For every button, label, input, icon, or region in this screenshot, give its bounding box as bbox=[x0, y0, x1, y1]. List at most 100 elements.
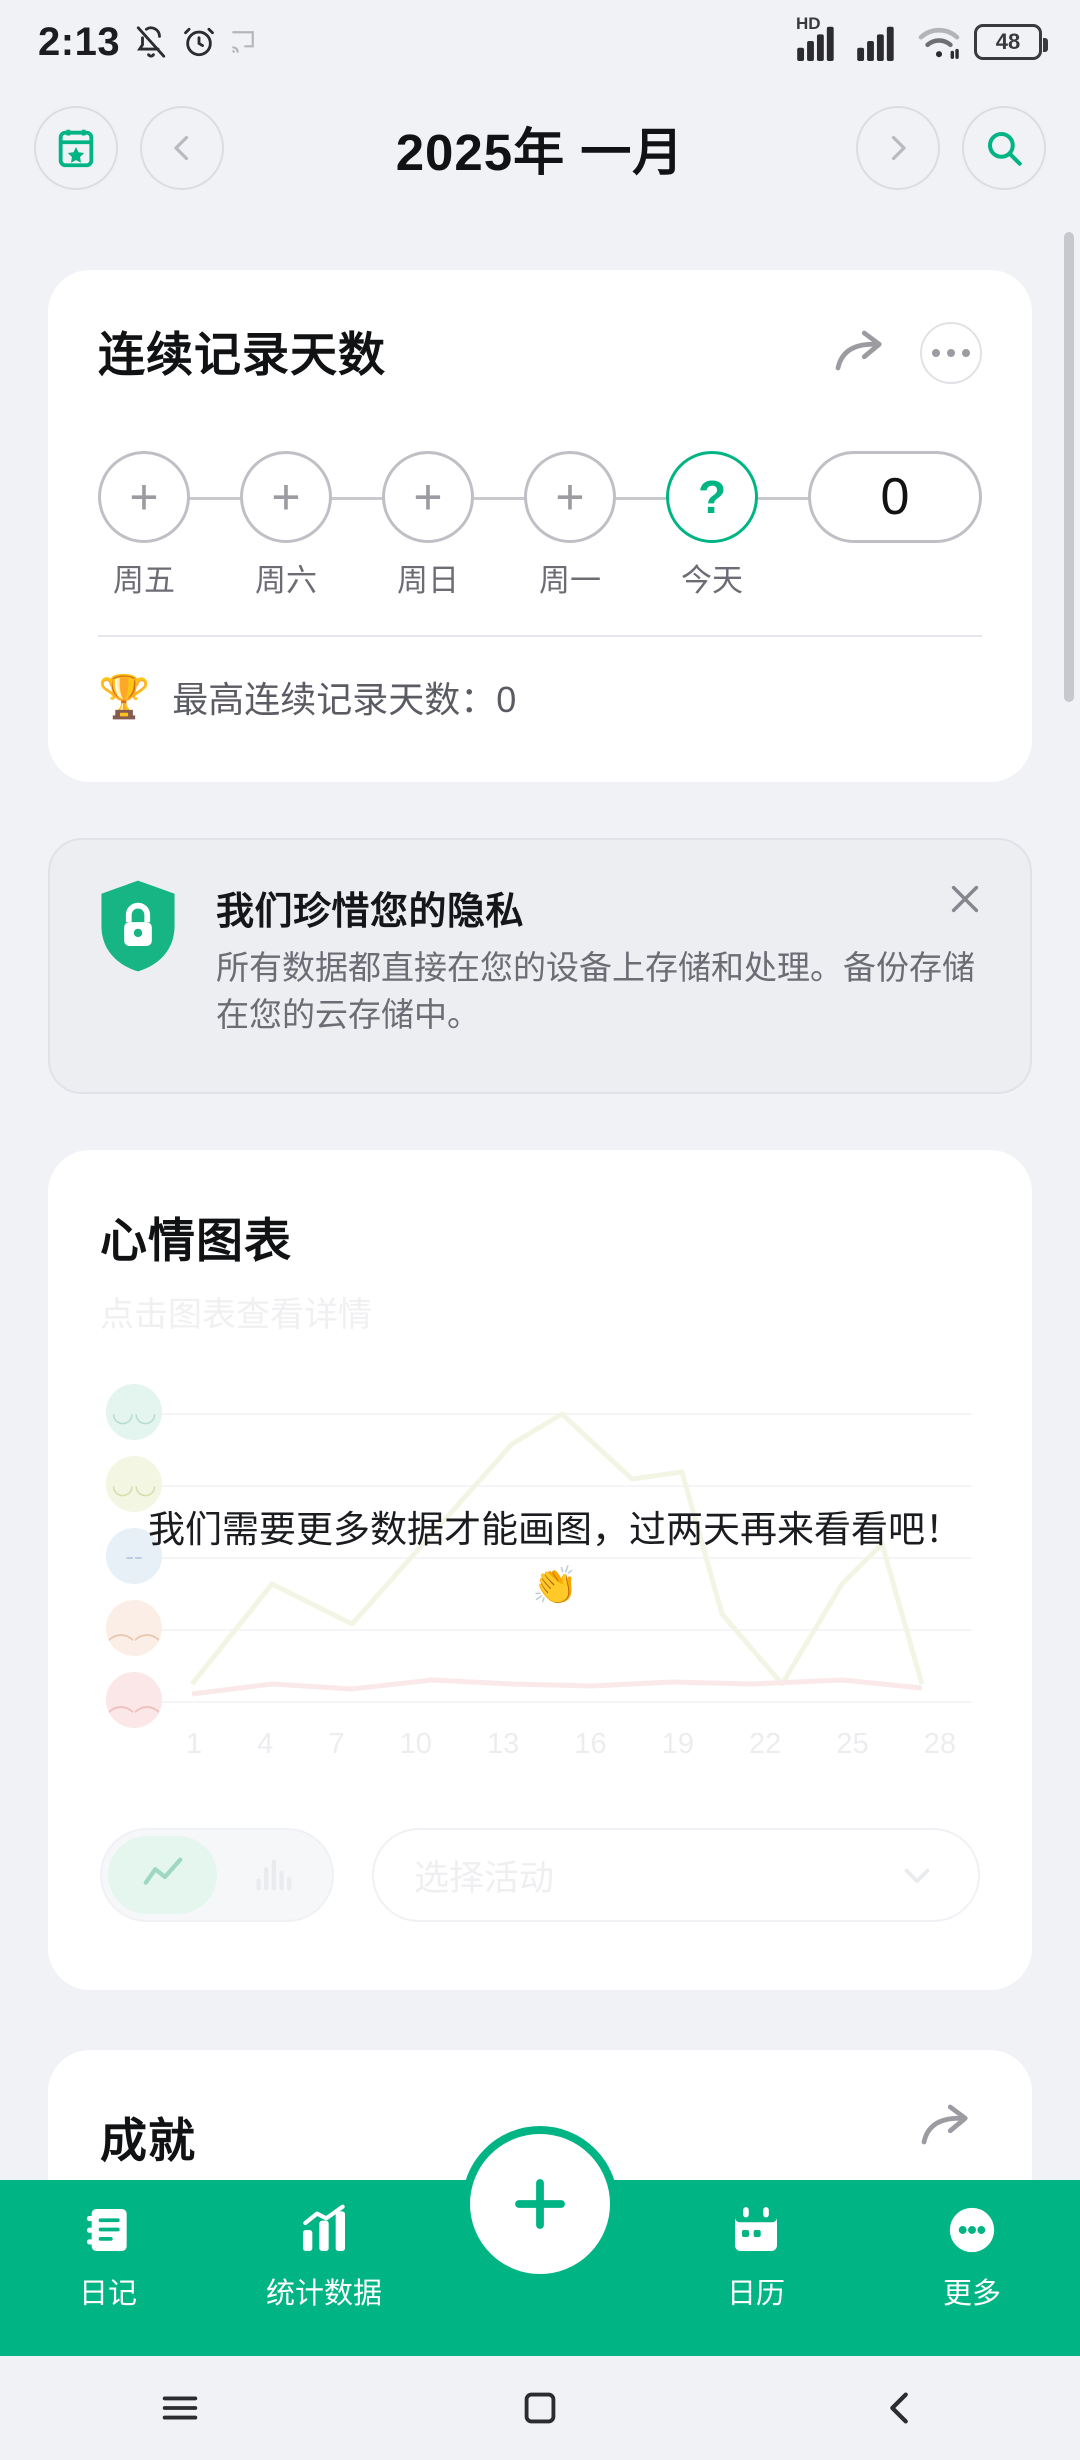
nav-label-more: 更多 bbox=[942, 2278, 1001, 2310]
line-chart-toggle[interactable] bbox=[108, 1836, 217, 1914]
shield-lock-icon bbox=[90, 876, 186, 976]
android-back-button[interactable] bbox=[720, 2385, 1080, 2431]
vertical-scrollbar[interactable] bbox=[1064, 232, 1074, 702]
x-tick: 10 bbox=[399, 1728, 432, 1760]
wifi-icon bbox=[918, 27, 960, 59]
recents-icon bbox=[162, 2396, 198, 2420]
streak-days-row: + 周五 + 周六 + 周日 + 周一 ? 今天 0 bbox=[98, 447, 982, 598]
privacy-description: 所有数据都直接在您的设备上存储和处理。备份存储在您的云存储中。 bbox=[216, 949, 975, 1033]
plus-icon bbox=[515, 2179, 565, 2229]
privacy-close-button[interactable] bbox=[942, 876, 988, 922]
more-dot bbox=[962, 349, 970, 357]
x-tick: 22 bbox=[749, 1728, 782, 1760]
battery-level: 48 bbox=[995, 29, 1021, 54]
x-tick: 16 bbox=[574, 1728, 607, 1760]
streak-day-circle[interactable]: + bbox=[524, 451, 616, 543]
notebook-icon bbox=[87, 2209, 127, 2251]
chevron-right-icon bbox=[891, 135, 906, 161]
streak-day-circle[interactable]: + bbox=[240, 451, 332, 543]
app-header: 2025年 一月 bbox=[0, 84, 1080, 212]
trophy-icon: 🏆 bbox=[98, 673, 151, 720]
mood-awful-icon: ︵︵ bbox=[106, 1672, 162, 1728]
nav-label-stats: 统计数据 bbox=[265, 2278, 382, 2310]
search-icon bbox=[987, 131, 1022, 166]
bell-off-icon bbox=[136, 26, 166, 58]
nav-item-stats[interactable]: 统计数据 bbox=[216, 2202, 432, 2312]
mood-chart-subtitle: 点击图表查看详情 bbox=[100, 1296, 372, 1334]
status-bar: 2:13 HD 48 bbox=[0, 0, 1080, 84]
battery-icon: 48 bbox=[974, 24, 1048, 60]
streak-day-1[interactable]: + 周六 bbox=[240, 451, 332, 598]
search-button[interactable] bbox=[962, 106, 1046, 190]
more-dot bbox=[932, 349, 940, 357]
chart-type-toggle[interactable] bbox=[100, 1828, 334, 1922]
signal-hd-icon: HD bbox=[796, 15, 844, 66]
privacy-title: 我们珍惜您的隐私 bbox=[216, 891, 525, 933]
mood-great-icon: ◡◡ bbox=[106, 1384, 162, 1440]
best-streak-label: 最高连续记录天数：0 bbox=[172, 679, 517, 720]
bottom-navigation: 日记 统计数据 日历 更多 bbox=[0, 2126, 1080, 2356]
status-bar-right: HD 48 bbox=[796, 15, 1048, 66]
share-arrow-icon[interactable] bbox=[918, 2102, 980, 2152]
streak-day-3[interactable]: + 周一 bbox=[524, 451, 616, 598]
streak-day-2[interactable]: + 周日 bbox=[382, 451, 474, 598]
nav-item-calendar[interactable]: 日历 bbox=[648, 2202, 864, 2312]
calendar-star-button[interactable] bbox=[34, 106, 118, 190]
nav-item-more[interactable]: 更多 bbox=[864, 2202, 1080, 2312]
streak-card: 连续记录天数 + 周五 + 周六 + 周日 + 周一 ? 今天 0 🏆 最高连续… bbox=[48, 270, 1032, 782]
streak-day-today[interactable]: ? 今天 bbox=[666, 451, 758, 598]
status-bar-left: 2:13 bbox=[38, 20, 256, 65]
achievements-title: 成就 bbox=[100, 2114, 196, 2167]
prev-month-button[interactable] bbox=[140, 106, 224, 190]
page-title: 2025年 一月 bbox=[395, 124, 685, 181]
share-arrow-icon[interactable] bbox=[832, 328, 894, 378]
bar-chart-icon bbox=[255, 1859, 291, 1891]
activity-select[interactable]: 选择活动 bbox=[372, 1828, 980, 1922]
nav-label-diary: 日记 bbox=[78, 2278, 137, 2310]
nav-item-diary[interactable]: 日记 bbox=[0, 2202, 216, 2312]
bar-chart-toggle[interactable] bbox=[217, 1836, 326, 1914]
more-dots-icon bbox=[949, 2207, 995, 2253]
x-tick: 13 bbox=[487, 1728, 520, 1760]
streak-count-pill: 0 bbox=[808, 451, 982, 543]
x-tick: 25 bbox=[836, 1728, 869, 1760]
alarm-icon bbox=[184, 27, 214, 57]
android-navigation-bar bbox=[0, 2356, 1080, 2460]
streak-day-label: 周五 bbox=[113, 563, 175, 598]
streak-more-button[interactable] bbox=[920, 322, 982, 384]
best-streak-row: 🏆 最高连续记录天数：0 bbox=[98, 637, 982, 723]
streak-day-circle[interactable]: + bbox=[98, 451, 190, 543]
mood-chart-plot[interactable]: ◡◡ ◡◡ -- ︵︵ ︵︵ 我们需要更多数据才能画图，过两天再来看看吧！ 👏 bbox=[100, 1384, 980, 1774]
android-home-button[interactable] bbox=[360, 2385, 720, 2431]
status-time: 2:13 bbox=[38, 19, 121, 64]
streak-card-header: 连续记录天数 bbox=[98, 316, 982, 385]
privacy-card: 我们珍惜您的隐私 所有数据都直接在您的设备上存储和处理。备份存储在您的云存储中。 bbox=[48, 838, 1032, 1094]
back-icon bbox=[890, 2392, 908, 2424]
android-recents-button[interactable] bbox=[0, 2385, 360, 2431]
cast-icon bbox=[232, 31, 254, 53]
add-entry-fab[interactable] bbox=[462, 2126, 618, 2282]
home-icon bbox=[524, 2392, 556, 2424]
activity-select-label: 选择活动 bbox=[414, 1858, 555, 1898]
x-tick: 1 bbox=[186, 1728, 203, 1760]
streak-title: 连续记录天数 bbox=[98, 328, 386, 381]
x-tick: 19 bbox=[661, 1728, 694, 1760]
close-icon bbox=[951, 885, 979, 913]
mood-x-axis-ticks: 1 4 7 10 13 16 19 22 25 28 bbox=[162, 1728, 980, 1761]
streak-today-circle[interactable]: ? bbox=[666, 451, 758, 543]
scroll-content[interactable]: 连续记录天数 + 周五 + 周六 + 周日 + 周一 ? 今天 0 🏆 最高连续… bbox=[0, 212, 1080, 2290]
streak-day-0[interactable]: + 周五 bbox=[98, 451, 190, 598]
streak-day-circle[interactable]: + bbox=[382, 451, 474, 543]
streak-day-label: 周日 bbox=[397, 563, 459, 598]
mood-chart-card[interactable]: 心情图表 点击图表查看详情 ◡◡ ◡◡ -- ︵︵ ︵︵ 我们需要更多数据才能画… bbox=[48, 1150, 1032, 1990]
calendar-star-icon bbox=[58, 129, 94, 168]
next-month-button[interactable] bbox=[856, 106, 940, 190]
app-screen: 2:13 HD 48 2025年 一月 连续记录天数 + 周五 + 周六 + 周… bbox=[0, 0, 1080, 2460]
streak-day-label: 周六 bbox=[255, 563, 317, 598]
x-tick: 4 bbox=[257, 1728, 274, 1760]
mood-chart-controls: 选择活动 bbox=[100, 1828, 980, 1922]
stats-icon bbox=[303, 2204, 345, 2251]
streak-actions bbox=[832, 316, 982, 384]
more-dot bbox=[947, 349, 955, 357]
chevron-left-icon bbox=[174, 135, 189, 161]
